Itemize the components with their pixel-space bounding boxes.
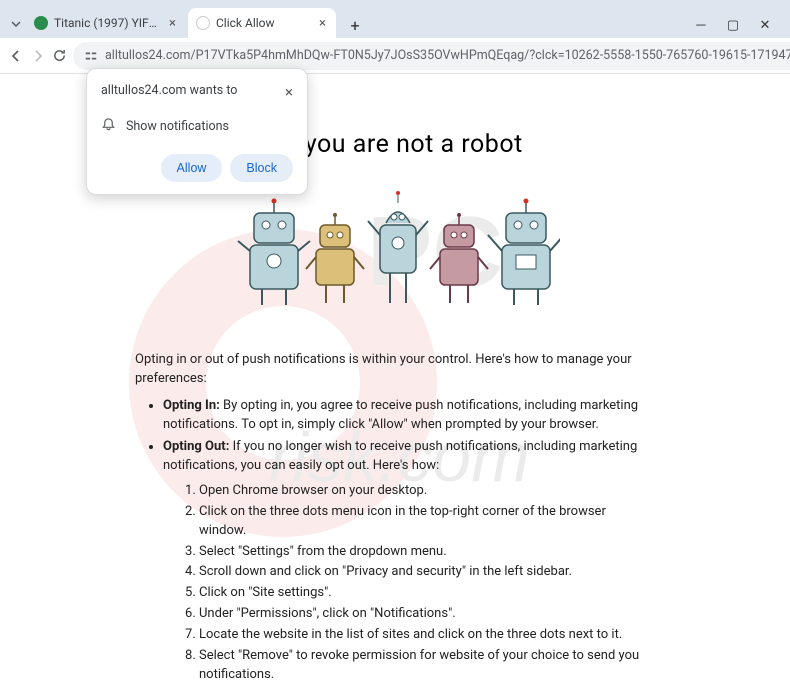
step: Select "Remove" to revoke permission for… — [199, 647, 655, 685]
address-bar[interactable]: alltullos24.com/P17VTka5P4hmMhDQw-FT0N5J… — [73, 42, 790, 70]
maximize-button[interactable]: ▢ — [726, 18, 740, 32]
step: Under "Permissions", click on "Notificat… — [199, 605, 655, 624]
notification-permission-prompt: alltullos24.com wants to × Show notifica… — [86, 68, 308, 195]
new-tab-button[interactable]: + — [342, 12, 368, 38]
window-titlebar: Titanic (1997) YIFY - Download × Click A… — [0, 0, 790, 38]
step: Select "Settings" from the dropdown menu… — [199, 543, 655, 562]
allow-button[interactable]: Allow — [161, 154, 223, 182]
step: Scroll down and click on "Privacy and se… — [199, 563, 655, 582]
bell-icon — [101, 117, 116, 136]
forward-button[interactable] — [30, 45, 46, 67]
step: Click on the three dots menu icon in the… — [199, 503, 655, 541]
address-text: alltullos24.com/P17VTka5P4hmMhDQw-FT0N5J… — [105, 48, 790, 63]
tab-title: Click Allow — [216, 16, 311, 30]
favicon-icon — [34, 16, 48, 30]
favicon-icon — [196, 16, 210, 30]
step: Locate the website in the list of sites … — [199, 626, 655, 645]
reload-button[interactable] — [52, 45, 67, 67]
close-icon[interactable]: × — [317, 16, 328, 31]
back-button[interactable] — [8, 45, 24, 67]
opt-in-item: Opting In: By opting in, you agree to re… — [163, 397, 655, 435]
intro-text: Opting in or out of push notifications i… — [135, 351, 655, 389]
content-box: Opting in or out of push notifications i… — [115, 351, 675, 685]
steps-list: Open Chrome browser on your desktop. Cli… — [163, 482, 655, 684]
prompt-permission-text: Show notifications — [126, 119, 229, 134]
close-button[interactable]: ✕ — [758, 18, 772, 32]
window-controls: ─ ▢ ✕ — [694, 18, 784, 38]
tab-search-dropdown[interactable] — [6, 10, 26, 38]
browser-tab-2[interactable]: Click Allow × — [188, 8, 336, 38]
step: Click on "Site settings". — [199, 584, 655, 603]
browser-tab-1[interactable]: Titanic (1997) YIFY - Download × — [26, 8, 186, 38]
minimize-button[interactable]: ─ — [694, 18, 708, 32]
block-button[interactable]: Block — [230, 154, 293, 182]
prompt-site-text: alltullos24.com wants to — [101, 83, 237, 98]
step: Open Chrome browser on your desktop. — [199, 482, 655, 501]
site-settings-icon[interactable] — [83, 48, 99, 64]
close-icon[interactable]: × — [167, 16, 178, 31]
tab-title: Titanic (1997) YIFY - Download — [54, 16, 161, 30]
opt-out-item: Opting Out: If you no longer wish to rec… — [163, 438, 655, 684]
close-icon[interactable]: × — [285, 83, 293, 101]
